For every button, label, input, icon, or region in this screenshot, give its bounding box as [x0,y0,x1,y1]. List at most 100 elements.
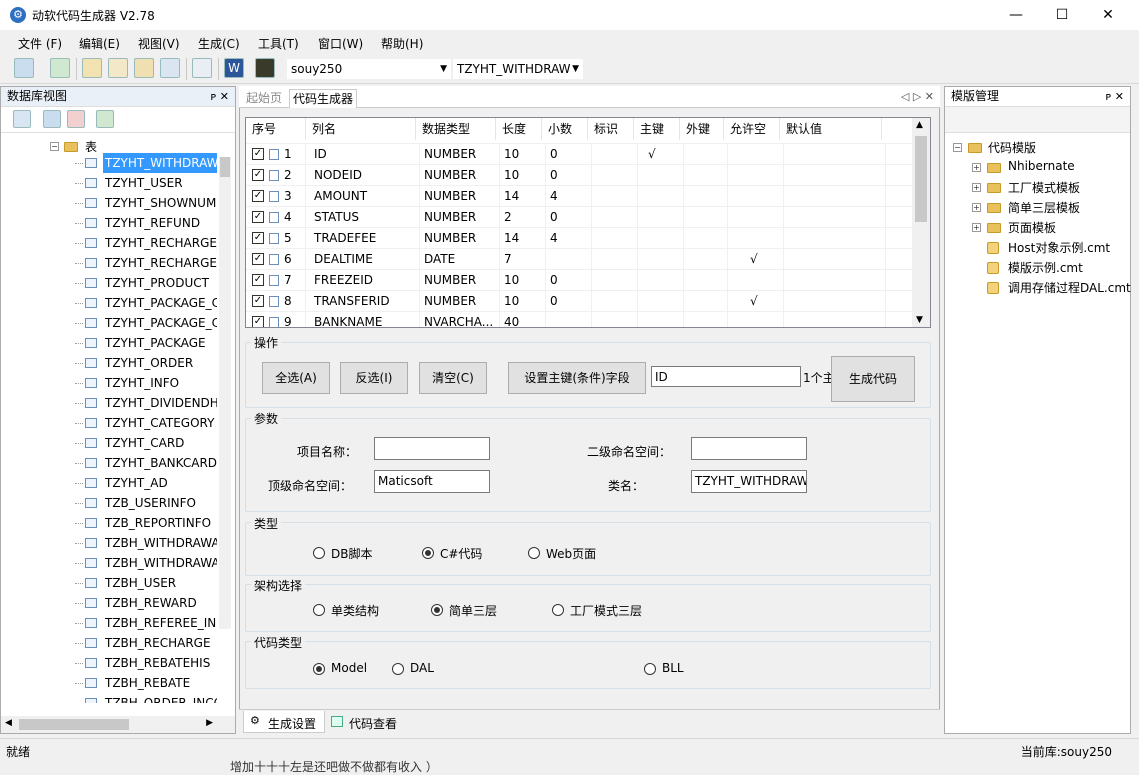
tab-start-page[interactable]: 起始页 [243,89,285,108]
row-checkbox[interactable]: ✓ [252,295,264,307]
grid-scrollbar[interactable]: ▲ ▼ [912,118,930,327]
add-server-icon[interactable] [13,110,31,128]
table-item[interactable]: TZBH_WITHDRAWA [103,553,217,573]
template-file[interactable]: 模版示例.cmt [1008,259,1083,276]
tree-node-tables[interactable]: 表 [85,138,97,155]
table-row[interactable]: ✓ 7 FREEZEID NUMBER 10 0 [246,269,914,291]
template-file[interactable]: 调用存储过程DAL.cmt [1008,279,1131,296]
expand-icon[interactable]: + [972,223,981,232]
table-row[interactable]: ✓ 5 TRADEFEE NUMBER 14 4 [246,227,914,249]
table-item[interactable]: TZYHT_ORDER [103,353,217,373]
code-type-radio-2[interactable] [644,663,656,675]
template-folder[interactable]: 简单三层模板 [1008,199,1080,216]
scroll-up-icon[interactable]: ▲ [916,120,923,130]
table-combo[interactable]: TZYHT_WITHDRAW ▼ [453,59,583,79]
table-item[interactable]: TZBH_REBATEHIS [103,653,217,673]
table-row[interactable]: ✓ 3 AMOUNT NUMBER 14 4 [246,185,914,207]
pin-close-icon[interactable]: ᴘ ✕ [1106,87,1124,106]
tab-code-view[interactable]: 代码查看 [331,711,407,733]
table-item[interactable]: TZYHT_PRODUCT [103,273,217,293]
scroll-down-icon[interactable]: ▼ [916,315,923,325]
table-item[interactable]: TZBH_WITHDRAWA [103,533,217,553]
template-folder[interactable]: Nhibernate [1008,159,1075,173]
vertical-scrollbar[interactable] [219,157,231,629]
column-header[interactable]: 序号 [246,118,306,140]
table-item[interactable]: TZBH_RECHARGE [103,633,217,653]
architecture-radio-0[interactable] [313,604,325,616]
row-checkbox[interactable]: ✓ [252,148,264,160]
close-button[interactable]: ✕ [1085,0,1131,30]
column-header[interactable]: 主键 [634,118,680,140]
tree-node-root[interactable]: 代码模版 [988,139,1036,156]
table-item[interactable]: TZYHT_DIVIDENDH [103,393,217,413]
menu-window[interactable]: 窗口(W) [318,35,363,52]
table-item[interactable]: TZBH_REFEREE_INC [103,613,217,633]
table-item[interactable]: TZB_USERINFO [103,493,217,513]
table-item[interactable]: TZYHT_RECHARGE_ [103,233,217,253]
select-all-button[interactable]: 全选(A) [262,362,330,394]
table-row[interactable]: ✓ 1 ID NUMBER 10 0 √ [246,143,914,165]
set-primary-key-button[interactable]: 设置主键(条件)字段 [508,362,646,394]
table-item[interactable]: TZYHT_WITHDRAW [103,153,217,173]
tab-nav-icon[interactable]: ◁ ▷ ✕ [901,90,934,103]
batch-icon[interactable] [192,58,212,78]
column-header[interactable]: 默认值 [780,118,882,140]
table-item[interactable]: TZYHT_AD [103,473,217,493]
table-item[interactable]: TZYHT_BANKCARD [103,453,217,473]
primary-key-field[interactable]: ID [651,366,801,387]
table-item[interactable]: TZYHT_CATEGORY [103,413,217,433]
sub-namespace-field[interactable] [691,437,807,460]
word-icon[interactable]: W [224,58,244,78]
pin-close-icon[interactable]: ᴘ ✕ [211,87,229,106]
row-checkbox[interactable]: ✓ [252,190,264,202]
query-icon[interactable] [82,58,102,78]
table-item[interactable]: TZYHT_PACKAGE_C [103,313,217,333]
table-item[interactable]: TZB_REPORTINFO [103,513,217,533]
refresh-icon[interactable] [96,110,114,128]
code-type-radio-1[interactable] [392,663,404,675]
template-folder[interactable]: 工厂模式模板 [1008,179,1080,196]
row-checkbox[interactable]: ✓ [252,316,264,327]
disconnect-icon[interactable] [67,110,85,128]
row-checkbox[interactable]: ✓ [252,274,264,286]
connect-icon[interactable] [43,110,61,128]
architecture-radio-2[interactable] [552,604,564,616]
type-radio-1[interactable] [422,547,434,559]
architecture-radio-1[interactable] [431,604,443,616]
generate-code-button[interactable]: 生成代码 [831,356,915,402]
scroll-right-icon[interactable]: ▶ [206,718,213,728]
table-item[interactable]: TZYHT_SHOWNUM [103,193,217,213]
table-item[interactable]: TZYHT_INFO [103,373,217,393]
clear-button[interactable]: 清空(C) [419,362,487,394]
menu-file[interactable]: 文件 (F) [18,35,62,52]
tab-code-generator[interactable]: 代码生成器 [289,89,358,108]
column-header[interactable]: 小数 [542,118,588,140]
template-file[interactable]: Host对象示例.cmt [1008,239,1110,256]
table-item[interactable]: TZYHT_REFUND [103,213,217,233]
people-icon[interactable] [160,58,180,78]
row-checkbox[interactable]: ✓ [252,211,264,223]
menu-help[interactable]: 帮助(H) [381,35,423,52]
code-type-radio-0[interactable] [313,663,325,675]
table-row[interactable]: ✓ 2 NODEID NUMBER 10 0 [246,164,914,186]
collapse-icon[interactable]: − [50,142,59,151]
menu-tools[interactable]: 工具(T) [258,35,299,52]
menu-generate[interactable]: 生成(C) [198,35,240,52]
template-icon[interactable] [134,58,154,78]
expand-icon[interactable]: + [972,203,981,212]
column-header[interactable]: 标识 [588,118,634,140]
menu-view[interactable]: 视图(V) [138,35,180,52]
type-radio-0[interactable] [313,547,325,559]
refresh-icon[interactable] [50,58,70,78]
table-item[interactable]: TZBH_REBATE [103,673,217,693]
row-checkbox[interactable]: ✓ [252,232,264,244]
table-item[interactable]: TZBH_REWARD [103,593,217,613]
scroll-thumb[interactable] [915,136,927,222]
collapse-icon[interactable]: − [953,143,962,152]
column-header[interactable]: 长度 [496,118,542,140]
build-icon[interactable] [255,58,275,78]
row-checkbox[interactable]: ✓ [252,169,264,181]
minimize-button[interactable]: — [993,0,1039,30]
project-name-field[interactable] [374,437,490,460]
scroll-thumb[interactable] [19,719,129,730]
